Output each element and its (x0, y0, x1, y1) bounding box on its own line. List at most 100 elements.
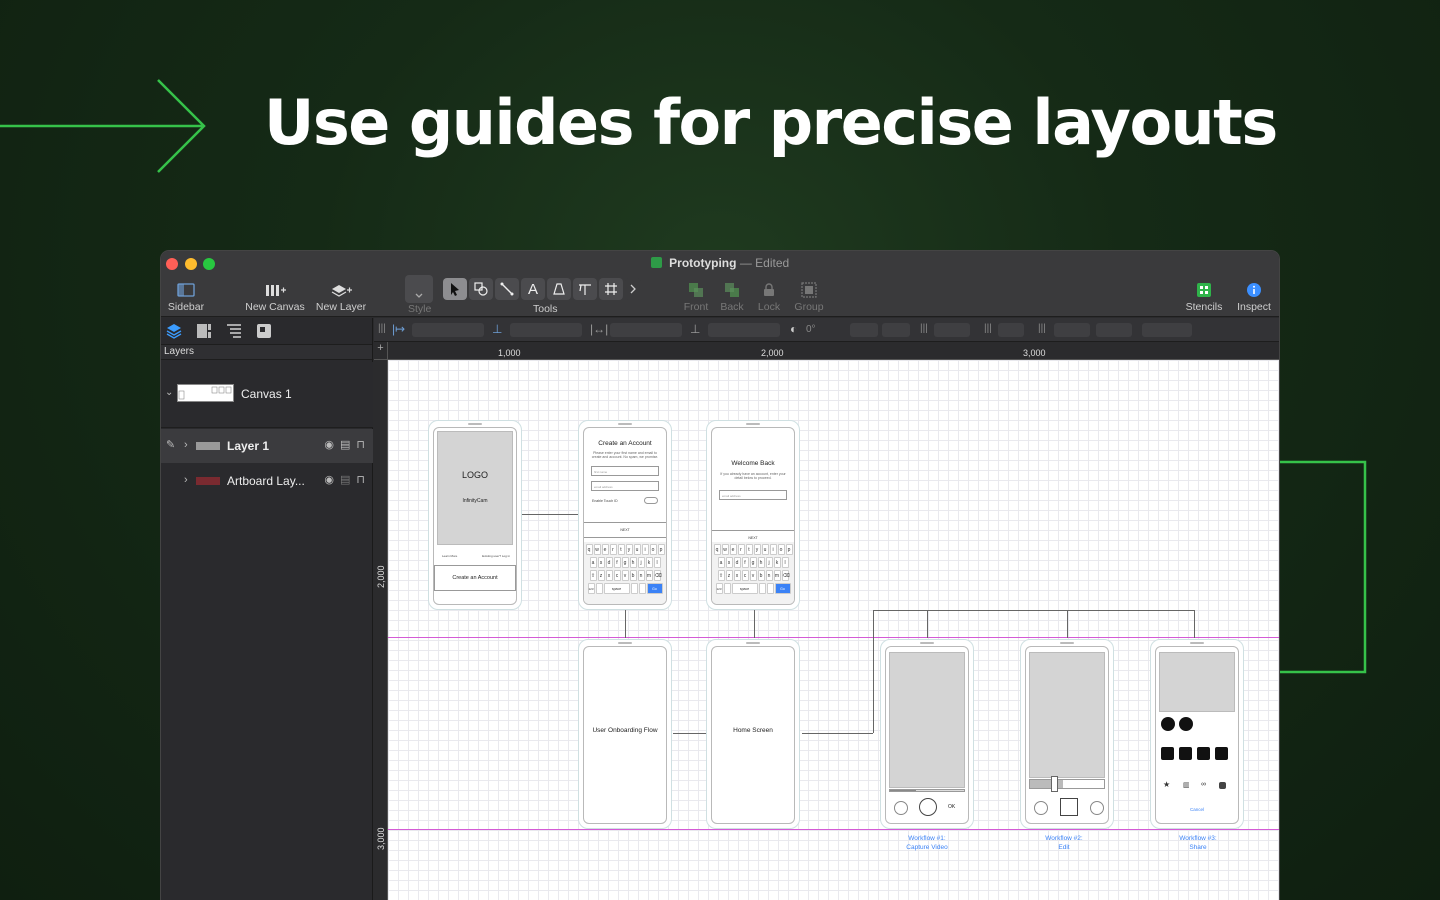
bookmark-icon[interactable] (1219, 782, 1226, 789)
lock-button[interactable]: Lock (755, 279, 783, 313)
flow-connector[interactable] (927, 610, 928, 638)
vertical-ruler[interactable]: 2,000 3,000 (374, 360, 388, 900)
bezier-tool-button[interactable] (573, 278, 597, 300)
more-tools-button[interactable] (625, 278, 641, 300)
kb-key[interactable]: i (641, 544, 649, 555)
kb-key[interactable]: ⌫ (653, 570, 662, 581)
flow-connector[interactable] (873, 610, 1195, 611)
trim-handle[interactable] (1050, 776, 1058, 792)
kb-key[interactable]: r (737, 544, 745, 555)
kb-key[interactable]: w (593, 544, 601, 555)
flow-connector[interactable] (673, 733, 706, 734)
opacity-field[interactable] (1142, 323, 1192, 337)
kb-key[interactable]: j (637, 557, 645, 568)
kb-key[interactable]: ⇧ (717, 570, 725, 581)
kb-key[interactable]: t (617, 544, 625, 555)
drawing-canvas[interactable]: LOGO InfinityCam Learn More Existing use… (388, 360, 1279, 900)
share-app-icon[interactable] (1197, 747, 1210, 760)
kb-go-key[interactable]: Go (646, 583, 663, 594)
trim-timeline[interactable] (1029, 776, 1105, 792)
kb-key[interactable]: u (633, 544, 641, 555)
flow-connector[interactable] (754, 610, 755, 638)
x-position-field[interactable] (412, 323, 484, 337)
canvas-row[interactable]: ⌄ Canvas 1 (161, 362, 373, 428)
kb-key[interactable]: h (757, 557, 765, 568)
edit-artboard[interactable] (1020, 639, 1114, 829)
kb-key[interactable]: a (717, 557, 725, 568)
at-key[interactable] (630, 583, 638, 594)
onboarding-artboard[interactable]: User Onboarding Flow (578, 639, 672, 829)
kb-key[interactable]: g (749, 557, 757, 568)
fill-style-picker[interactable] (934, 323, 970, 337)
glasses-icon[interactable]: ∞ (1201, 781, 1206, 788)
dot-key[interactable] (638, 583, 646, 594)
share-app-icon[interactable] (1161, 747, 1174, 760)
bring-to-front-button[interactable]: Front (679, 279, 713, 313)
login-link[interactable]: Existing user? Log in (482, 554, 510, 558)
kb-key[interactable]: b (629, 570, 637, 581)
canvases-tab[interactable] (195, 323, 213, 339)
kb-key[interactable]: e (601, 544, 609, 555)
flow-connector[interactable] (625, 610, 626, 638)
share-artboard[interactable]: ★ ▥ ∞ Cancel (1150, 639, 1244, 829)
flow-connector[interactable] (873, 610, 874, 733)
flow-connector[interactable] (1194, 610, 1195, 638)
kb-key[interactable]: i (769, 544, 777, 555)
stroke-color-well[interactable] (998, 323, 1024, 337)
horizontal-guide[interactable] (388, 829, 1279, 830)
flip-horizontal-button[interactable] (850, 323, 878, 337)
kb-key[interactable]: w (721, 544, 729, 555)
y-position-field[interactable] (510, 323, 582, 337)
flow-connector[interactable] (802, 733, 873, 734)
eye-icon[interactable]: ◉ (324, 438, 334, 451)
next-button[interactable]: NEXT (584, 522, 666, 538)
corner-style-picker[interactable] (1096, 323, 1132, 337)
kb-key[interactable]: l (781, 557, 789, 568)
kb-key[interactable]: f (741, 557, 749, 568)
kb-key[interactable]: b (757, 570, 765, 581)
kb-key[interactable]: e (729, 544, 737, 555)
inspect-button[interactable]: Inspect (1233, 279, 1275, 313)
learn-more-link[interactable]: Learn More (442, 554, 457, 558)
flow-connector[interactable] (1067, 610, 1068, 638)
kb-space-key[interactable]: space (603, 583, 630, 594)
kb-key[interactable]: q (585, 544, 593, 555)
chevron-right-icon[interactable]: › (184, 439, 188, 451)
unlock-icon[interactable]: ⊓ (356, 473, 365, 486)
kb-key[interactable]: v (749, 570, 757, 581)
group-button[interactable]: Group (791, 279, 827, 313)
home-screen-artboard[interactable]: Home Screen (706, 639, 800, 829)
at-key[interactable] (758, 583, 766, 594)
grid-tool-button[interactable] (599, 278, 623, 300)
create-account-artboard[interactable]: Create an Account Please enter your firs… (578, 420, 672, 610)
layers-tab[interactable] (165, 323, 183, 339)
first-name-field[interactable]: first name (591, 466, 659, 476)
kb-key[interactable]: p (657, 544, 665, 555)
share-contact-avatar[interactable] (1179, 717, 1193, 731)
star-icon[interactable]: ★ (1163, 780, 1170, 789)
chevron-down-icon[interactable]: ⌄ (165, 387, 173, 398)
horizontal-ruler[interactable]: 1,000 2,000 3,000 (388, 342, 1279, 360)
kb-key[interactable]: m (773, 570, 781, 581)
kb-key[interactable]: g (621, 557, 629, 568)
kb-key[interactable]: u (761, 544, 769, 555)
kb-key[interactable]: s (597, 557, 605, 568)
print-icon[interactable]: ▤ (340, 438, 350, 451)
kb-key[interactable]: t (745, 544, 753, 555)
emoji-key[interactable] (595, 583, 603, 594)
kb-key[interactable]: z (597, 570, 605, 581)
launch-screen-artboard[interactable]: LOGO InfinityCam Learn More Existing use… (428, 420, 522, 610)
create-account-button[interactable]: Create an Account (434, 565, 516, 591)
share-contact-avatar[interactable] (1161, 717, 1175, 731)
book-icon[interactable]: ▥ (1183, 781, 1190, 789)
email-field[interactable]: email address (719, 490, 787, 500)
kb-key[interactable]: k (645, 557, 653, 568)
emoji-key[interactable] (723, 583, 731, 594)
outline-tab[interactable] (225, 323, 243, 339)
ruler-origin[interactable]: + (374, 342, 388, 360)
stencil-tab[interactable] (255, 323, 273, 339)
rotation-value[interactable]: 0° (806, 324, 816, 335)
pen-tool-button[interactable] (547, 278, 571, 300)
stroke-style-picker[interactable] (1054, 323, 1090, 337)
style-button[interactable] (405, 275, 433, 303)
